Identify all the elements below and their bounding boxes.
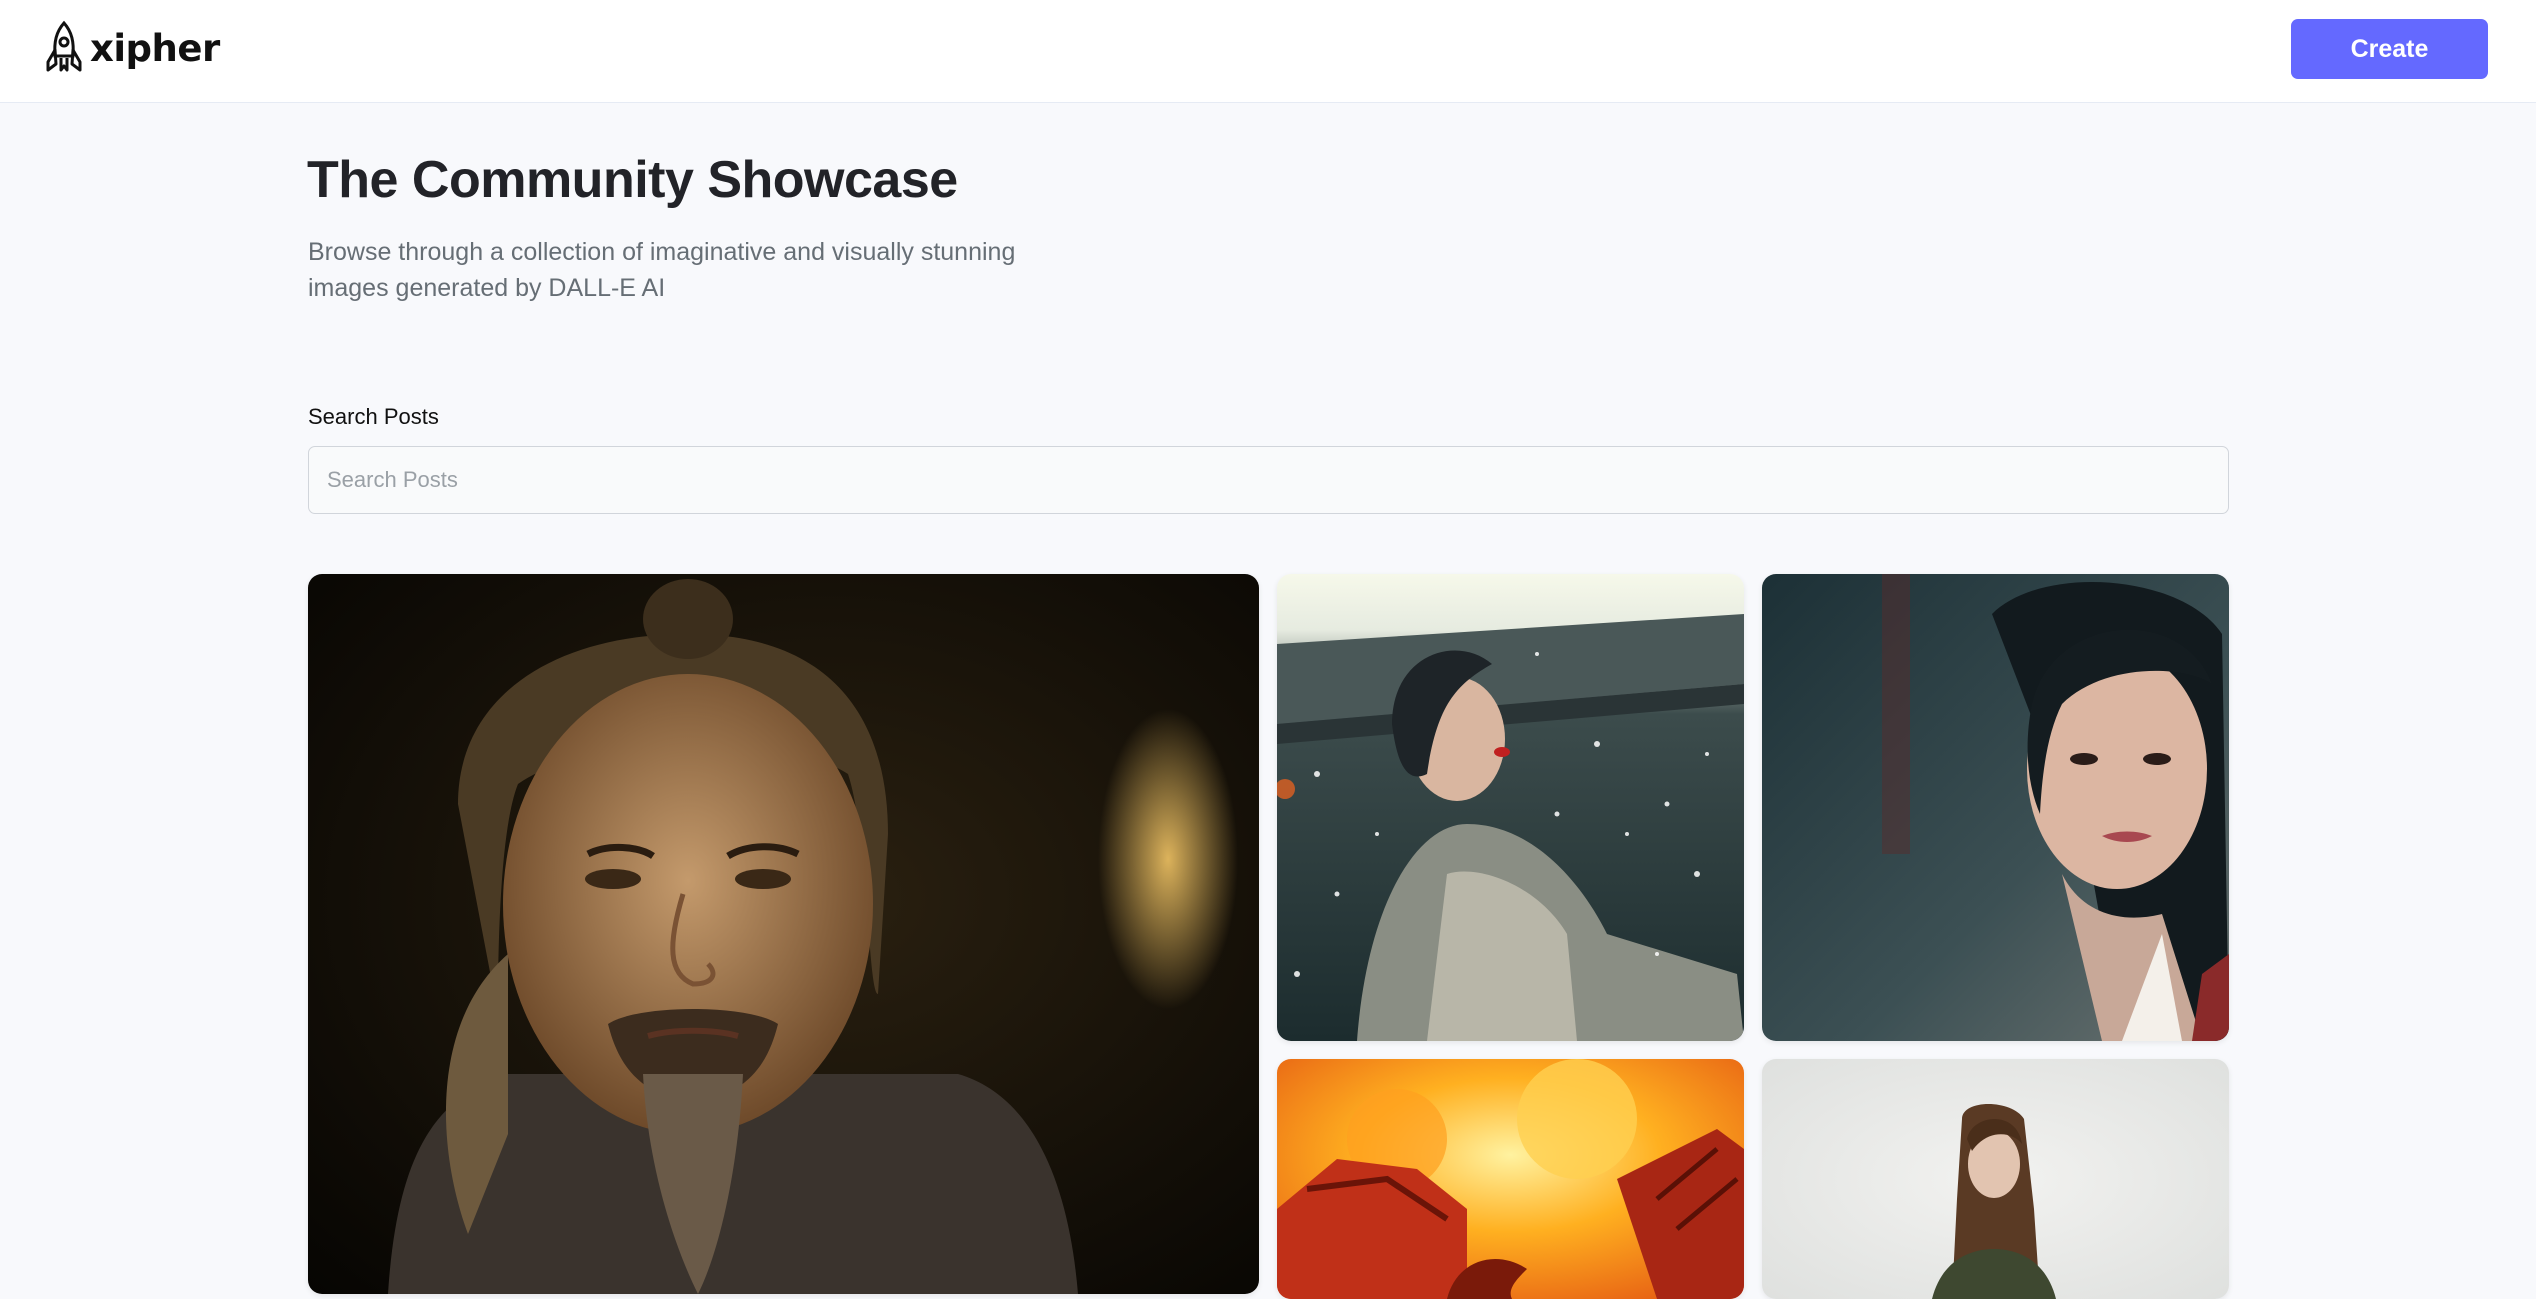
search-input[interactable]: [308, 446, 2229, 514]
gallery-card-woman-portrait[interactable]: [1762, 574, 2229, 1041]
page-subtitle: Browse through a collection of imaginati…: [308, 238, 1016, 302]
gallery-card-brown-hair-woman[interactable]: [1762, 1059, 2229, 1299]
rocket-icon: [44, 20, 84, 76]
top-navbar: xipher Create: [0, 0, 2536, 103]
woman-portrait-image: [1762, 574, 2229, 1041]
man-portrait-image: [308, 574, 1259, 1294]
gallery-card-snow-woman[interactable]: [1277, 574, 1744, 1041]
page-title: The Community Showcase: [307, 151, 958, 209]
fire-dragon-image: [1277, 1059, 1744, 1299]
brown-hair-woman-image: [1762, 1059, 2229, 1299]
logo-link[interactable]: xipher: [44, 20, 220, 76]
logo-text: xipher: [90, 26, 220, 70]
snow-woman-image: [1277, 574, 1744, 1041]
gallery-card-man-portrait[interactable]: [308, 574, 1259, 1294]
gallery-card-fire-dragon[interactable]: [1277, 1059, 1744, 1299]
create-button[interactable]: Create: [2291, 19, 2488, 79]
search-label: Search Posts: [308, 404, 439, 429]
